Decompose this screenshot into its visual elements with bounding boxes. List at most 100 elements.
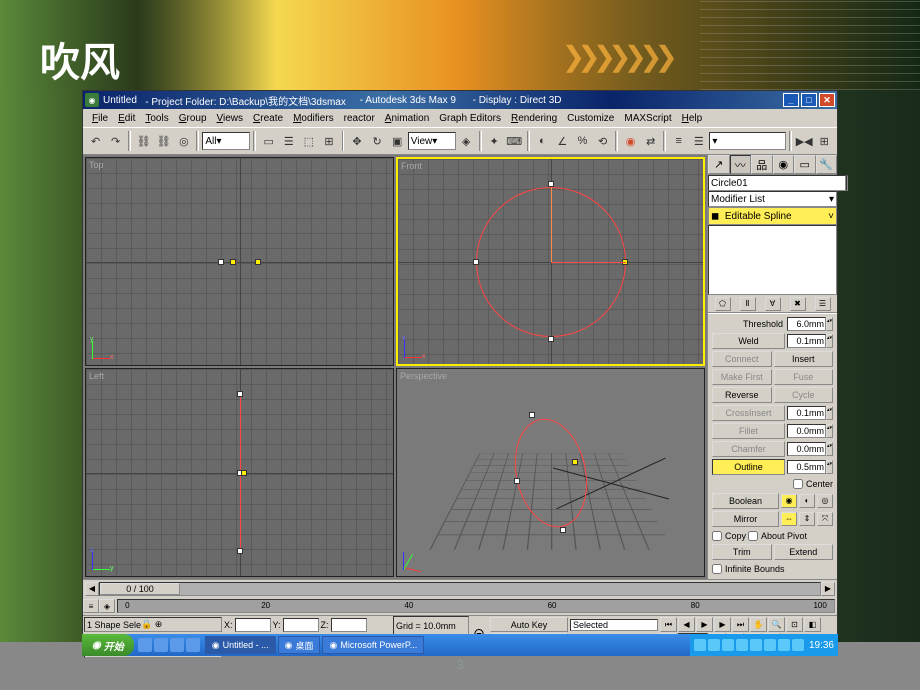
percent-snap-icon[interactable]: %: [573, 131, 592, 151]
clock[interactable]: 19:36: [809, 640, 834, 651]
menu-views[interactable]: Views: [212, 113, 249, 124]
remove-mod-icon[interactable]: ✖: [790, 297, 806, 311]
undo-icon[interactable]: ↶: [86, 131, 105, 151]
ql-ie-icon[interactable]: [138, 638, 152, 652]
ql-media-icon[interactable]: [170, 638, 184, 652]
vertex[interactable]: [473, 259, 479, 265]
prev-frame-icon[interactable]: ◀: [678, 617, 695, 632]
bool-union-icon[interactable]: ◉: [781, 494, 797, 508]
menu-maxscript[interactable]: MAXScript: [619, 113, 676, 124]
redo-icon[interactable]: ↷: [106, 131, 125, 151]
trim-button[interactable]: Trim: [712, 544, 772, 560]
scale-icon[interactable]: ▣: [388, 131, 407, 151]
x-coord-field[interactable]: [235, 618, 271, 632]
menu-tools[interactable]: Tools: [140, 113, 173, 124]
menu-file[interactable]: File: [87, 113, 113, 124]
ql-desktop-icon[interactable]: [154, 638, 168, 652]
copy-checkbox[interactable]: Copy: [712, 531, 746, 541]
viewport-top[interactable]: Top x y: [85, 157, 394, 366]
vertex[interactable]: [548, 336, 554, 342]
makefirst-button[interactable]: Make First: [712, 369, 772, 385]
zoom-icon[interactable]: 🔍: [768, 617, 785, 632]
vertex-selected[interactable]: [572, 459, 578, 465]
play-icon[interactable]: ▶: [696, 617, 713, 632]
goto-end-icon[interactable]: ⏭: [732, 617, 749, 632]
task-desktop[interactable]: ◉ 桌面: [278, 636, 321, 654]
bool-subtract-icon[interactable]: ◐: [799, 494, 815, 508]
track-filter-icon[interactable]: ≡: [83, 599, 99, 613]
tray-icon[interactable]: [694, 639, 706, 651]
maximize-button[interactable]: □: [801, 93, 817, 107]
tray-icon[interactable]: [722, 639, 734, 651]
named-selection-combo[interactable]: ▾: [709, 132, 785, 150]
insert-button[interactable]: Insert: [774, 351, 834, 367]
y-coord-field[interactable]: [283, 618, 319, 632]
unlink-icon[interactable]: ⛓: [154, 131, 173, 151]
window-crossing-icon[interactable]: ⊞: [319, 131, 338, 151]
unique-icon[interactable]: ∀: [765, 297, 781, 311]
named-sel-icon[interactable]: ◉: [621, 131, 640, 151]
layers-icon[interactable]: ☰: [689, 131, 708, 151]
align-icon[interactable]: ≡: [669, 131, 688, 151]
create-tab-icon[interactable]: ↗: [708, 155, 730, 174]
selection-filter-combo[interactable]: All ▾: [202, 132, 250, 150]
bind-icon[interactable]: ◎: [174, 131, 193, 151]
vertex-selected[interactable]: [255, 259, 261, 265]
vertex[interactable]: [560, 527, 566, 533]
menu-customize[interactable]: Customize: [562, 113, 619, 124]
cycle-button[interactable]: Cycle: [774, 387, 834, 403]
menu-group[interactable]: Group: [174, 113, 212, 124]
bool-intersect-icon[interactable]: ◎: [817, 494, 833, 508]
menu-help[interactable]: Help: [677, 113, 708, 124]
mirror-both-icon[interactable]: ⤧: [817, 512, 833, 526]
menu-rendering[interactable]: Rendering: [506, 113, 562, 124]
fuse-button[interactable]: Fuse: [774, 369, 834, 385]
utilities-tab-icon[interactable]: 🔧: [816, 155, 838, 174]
ql-icon[interactable]: [186, 638, 200, 652]
tray-icon[interactable]: [792, 639, 804, 651]
hierarchy-tab-icon[interactable]: 品: [751, 155, 773, 174]
modify-tab-icon[interactable]: 〰: [730, 155, 752, 174]
vertex[interactable]: [230, 259, 236, 265]
tray-icon[interactable]: [708, 639, 720, 651]
vertex-selected[interactable]: [241, 470, 247, 476]
modifier-stack-item[interactable]: ◼ Editable Spline˅: [708, 207, 837, 225]
crossinsert-spinner[interactable]: [787, 406, 826, 420]
menu-create[interactable]: Create: [248, 113, 288, 124]
task-powerpoint[interactable]: ◉ Microsoft PowerP...: [322, 636, 424, 654]
tray-icon[interactable]: [736, 639, 748, 651]
vertex[interactable]: [218, 259, 224, 265]
reverse-button[interactable]: Reverse: [712, 387, 772, 403]
boolean-button[interactable]: Boolean: [712, 493, 779, 509]
fillet-button[interactable]: Fillet: [712, 423, 785, 439]
mirror-v-icon[interactable]: ⇕: [799, 512, 815, 526]
viewport-front[interactable]: Front x z: [396, 157, 705, 366]
spinner-snap-icon[interactable]: ⟲: [593, 131, 612, 151]
manipulate-icon[interactable]: ✦: [485, 131, 504, 151]
connect-button[interactable]: Connect: [712, 351, 772, 367]
mirror-icon[interactable]: ⇄: [641, 131, 660, 151]
aboutpivot-checkbox[interactable]: About Pivot: [748, 531, 807, 541]
select-region-icon[interactable]: ⬚: [299, 131, 318, 151]
menu-edit[interactable]: Edit: [113, 113, 140, 124]
viewport-left[interactable]: Left y z: [85, 368, 394, 577]
vertex[interactable]: [237, 391, 243, 397]
z-coord-field[interactable]: [331, 618, 367, 632]
keyboard-icon[interactable]: ⌨: [505, 131, 524, 151]
pivot-icon[interactable]: ◈: [457, 131, 476, 151]
object-color-swatch[interactable]: [846, 175, 848, 191]
chamfer-button[interactable]: Chamfer: [712, 441, 785, 457]
tray-icon[interactable]: [764, 639, 776, 651]
vertex[interactable]: [529, 412, 535, 418]
weld-spinner[interactable]: [787, 334, 826, 348]
viewport-perspective[interactable]: Perspective: [396, 368, 705, 577]
outline-spinner[interactable]: [787, 460, 826, 474]
vertex[interactable]: [514, 478, 520, 484]
titlebar[interactable]: ◉ Untitled - Project Folder: D:\Backup\我…: [83, 91, 837, 109]
infinite-checkbox[interactable]: Infinite Bounds: [712, 564, 785, 574]
angle-snap-icon[interactable]: ∠: [553, 131, 572, 151]
task-3dsmax[interactable]: ◉ Untitled - ...: [205, 636, 276, 654]
motion-tab-icon[interactable]: ◉: [773, 155, 795, 174]
select-name-icon[interactable]: ☰: [279, 131, 298, 151]
pan-icon[interactable]: ✋: [750, 617, 767, 632]
